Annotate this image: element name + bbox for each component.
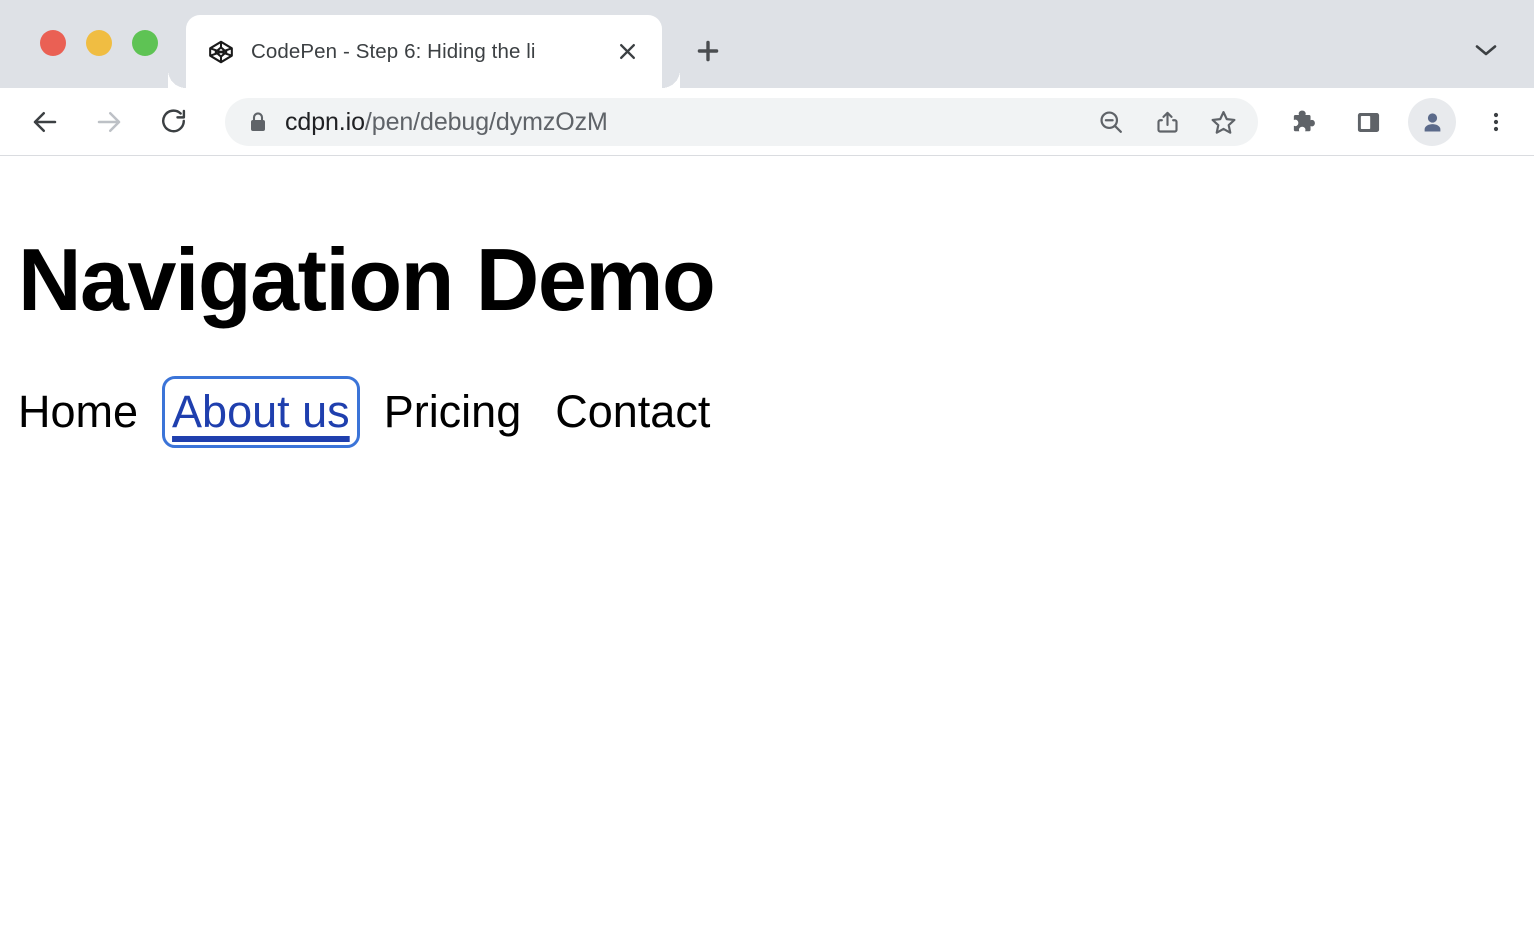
toolbar-right-actions [1264, 98, 1520, 146]
nav-link-contact[interactable]: Contact [555, 386, 710, 438]
list-item: About us [172, 386, 350, 438]
close-tab-icon[interactable] [606, 31, 648, 73]
lock-icon [247, 111, 269, 133]
nav-link-home[interactable]: Home [18, 386, 138, 438]
nav-link-pricing[interactable]: Pricing [384, 386, 522, 438]
chrome-menu-icon[interactable] [1472, 98, 1520, 146]
maximize-window-button[interactable] [132, 30, 158, 56]
bookmark-star-icon[interactable] [1200, 99, 1246, 145]
back-button[interactable] [21, 98, 69, 146]
list-item: Pricing [384, 386, 522, 438]
browser-window: CodePen - Step 6: Hiding the li [0, 0, 1534, 950]
tab-title-wrap: CodePen - Step 6: Hiding the li [251, 37, 598, 67]
side-panel-icon[interactable] [1344, 98, 1392, 146]
tab-title-fade [546, 37, 598, 67]
close-window-button[interactable] [40, 30, 66, 56]
new-tab-button[interactable] [680, 23, 736, 79]
page-viewport: Navigation Demo Home About us Pricing Co… [0, 156, 1534, 950]
url-host: cdpn.io [285, 108, 365, 136]
window-controls [40, 30, 158, 56]
list-item: Contact [555, 386, 710, 438]
share-icon[interactable] [1144, 99, 1190, 145]
browser-toolbar: cdpn.io/pen/debug/dymzOzM [0, 88, 1534, 156]
extensions-puzzle-icon[interactable] [1280, 98, 1328, 146]
url-text: cdpn.io/pen/debug/dymzOzM [285, 108, 1078, 137]
omnibox-actions [1078, 99, 1246, 145]
site-navigation: Home About us Pricing Contact [18, 386, 1534, 438]
reload-button[interactable] [149, 98, 197, 146]
zoom-out-icon[interactable] [1088, 99, 1134, 145]
tab-title: CodePen - Step 6: Hiding the li [251, 40, 536, 64]
minimize-window-button[interactable] [86, 30, 112, 56]
tabs-area: CodePen - Step 6: Hiding the li [186, 0, 736, 88]
profile-avatar-icon[interactable] [1408, 98, 1456, 146]
nav-link-about-us[interactable]: About us [172, 386, 350, 438]
url-path: /pen/debug/dymzOzM [365, 108, 608, 136]
tab-strip: CodePen - Step 6: Hiding the li [0, 0, 1534, 88]
page-title: Navigation Demo [18, 236, 1534, 324]
address-bar[interactable]: cdpn.io/pen/debug/dymzOzM [225, 98, 1258, 146]
tab-search-chevron-down-icon[interactable] [1462, 28, 1510, 72]
codepen-logo-icon [208, 39, 234, 65]
browser-tab-active[interactable]: CodePen - Step 6: Hiding the li [186, 15, 662, 88]
list-item: Home [18, 386, 138, 438]
forward-button [85, 98, 133, 146]
